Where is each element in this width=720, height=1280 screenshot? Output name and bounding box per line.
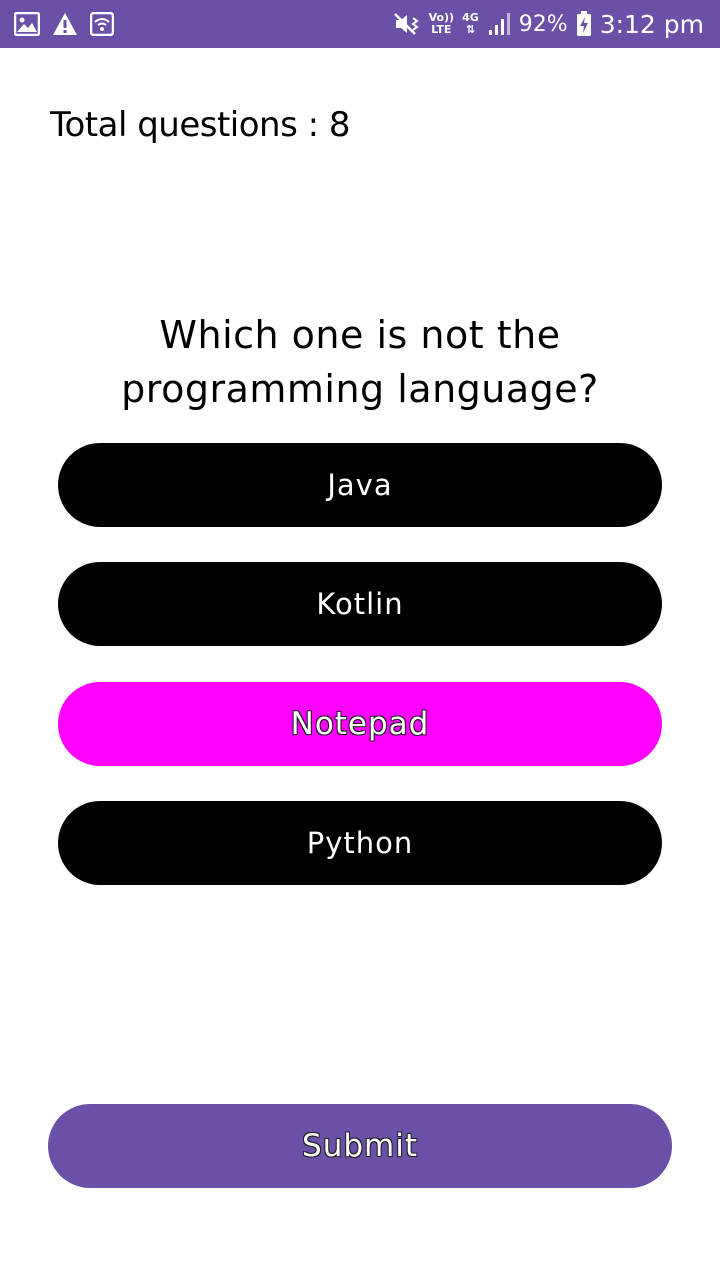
- battery-charging-icon: [576, 11, 592, 37]
- question-text: Which one is not the programming languag…: [121, 313, 599, 411]
- gallery-icon: [14, 12, 40, 36]
- network-type-indicator: 4G ⇅: [462, 12, 479, 36]
- total-questions-label: Total questions : 8: [50, 105, 351, 145]
- status-bar-right: Vo)) LTE 4G ⇅ 92% 3:12 pm: [393, 6, 704, 42]
- battery-percent: 92%: [518, 11, 568, 37]
- status-bar-left: [14, 10, 114, 38]
- submit-button[interactable]: Submit: [48, 1104, 672, 1188]
- option-button-java[interactable]: Java: [58, 443, 662, 527]
- data-arrows-icon: ⇅: [465, 23, 476, 36]
- status-bar: Vo)) LTE 4G ⇅ 92% 3:12 pm: [0, 0, 720, 48]
- signal-icon: [487, 12, 511, 36]
- warning-icon: [52, 12, 78, 36]
- option-button-python[interactable]: Python: [58, 801, 662, 885]
- wifi-icon: [90, 12, 114, 36]
- mute-vibrate-icon: [393, 11, 421, 37]
- option-button-notepad[interactable]: Notepad: [58, 682, 662, 766]
- clock: 3:12 pm: [599, 9, 704, 39]
- volte-indicator: Vo)) LTE: [429, 12, 455, 36]
- volte-bottom-label: LTE: [431, 23, 452, 36]
- option-button-kotlin[interactable]: Kotlin: [58, 562, 662, 646]
